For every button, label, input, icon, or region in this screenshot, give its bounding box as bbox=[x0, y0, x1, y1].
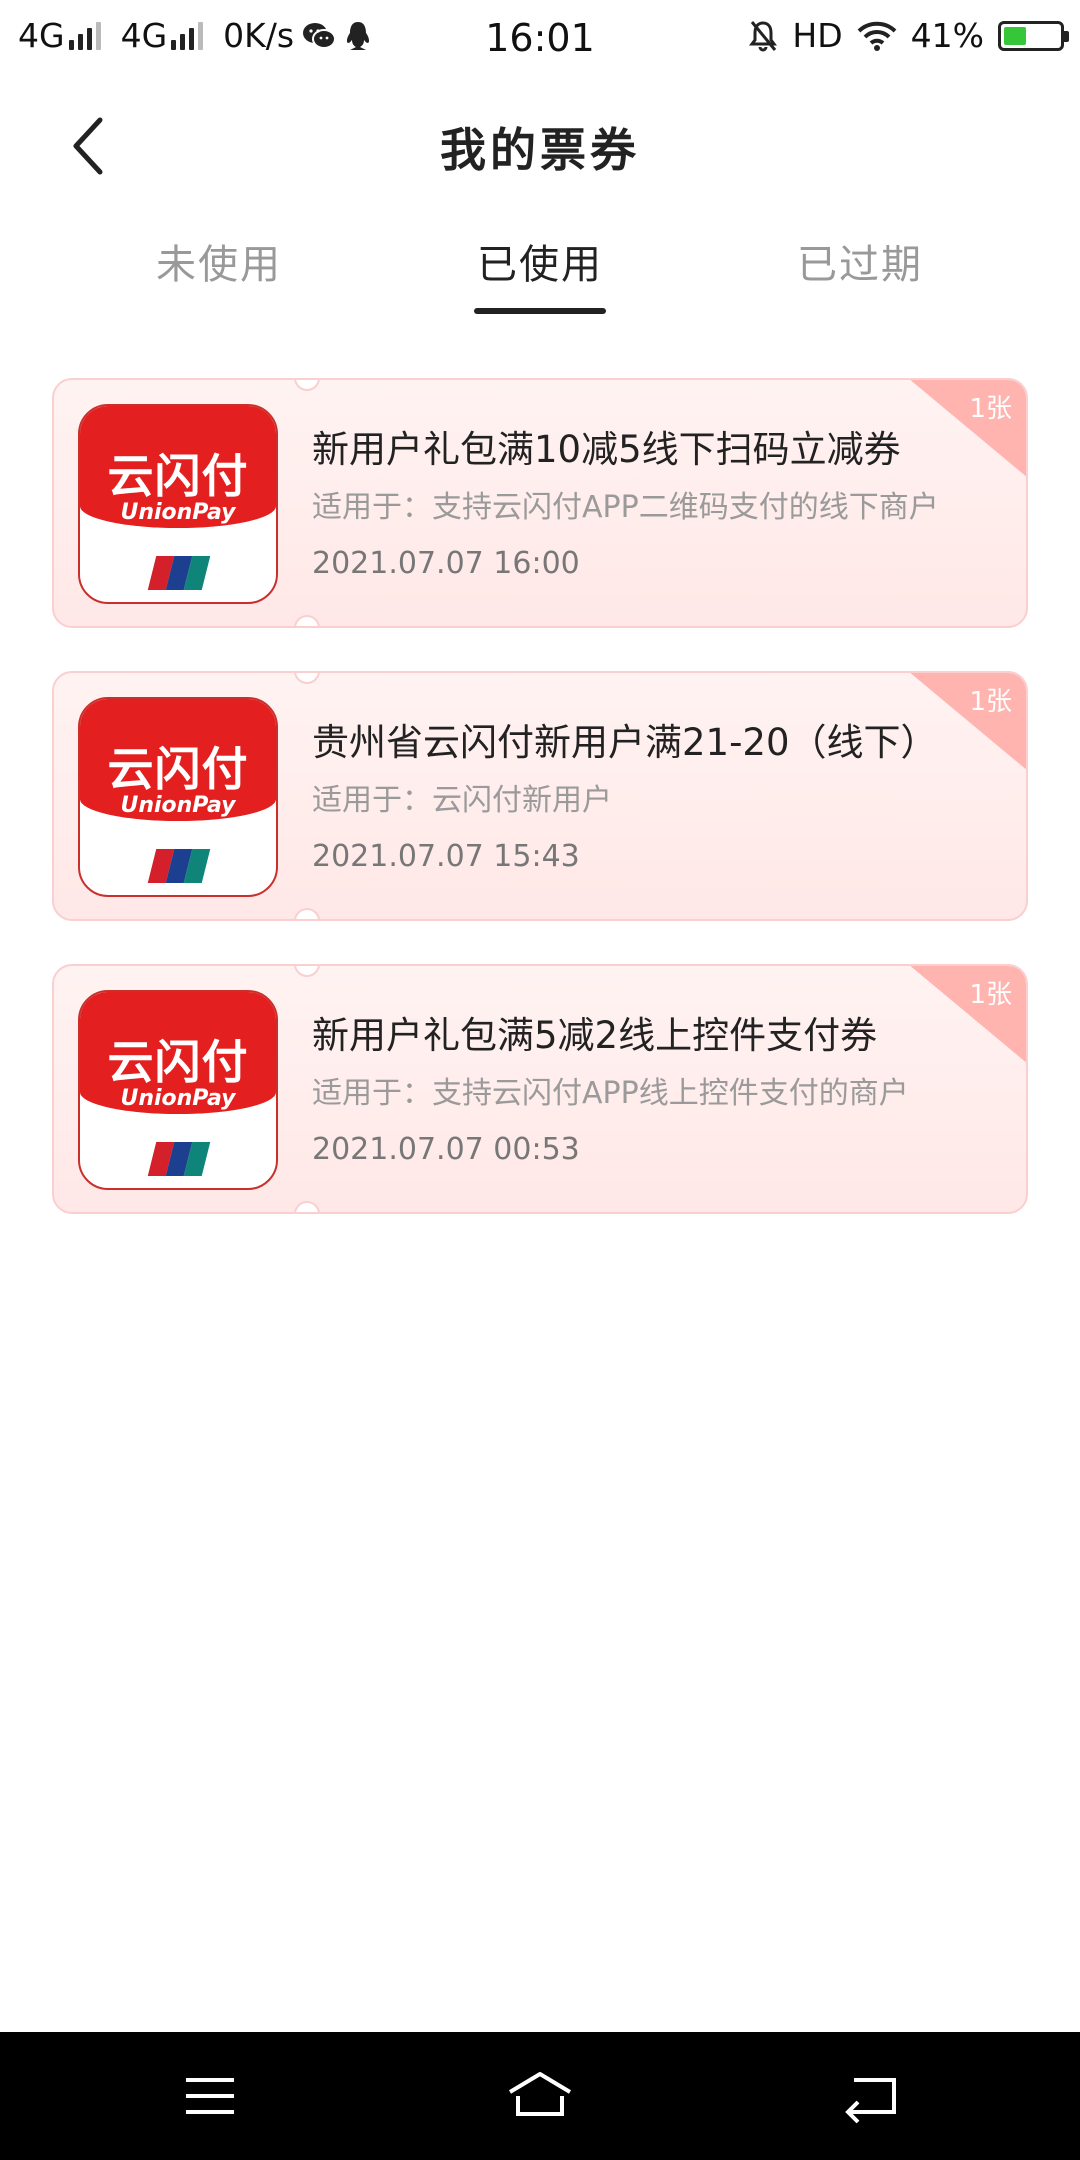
home-icon bbox=[508, 2072, 572, 2116]
logo-text-en: UnionPay bbox=[120, 1086, 236, 1111]
coupon-name: 新用户礼包满5减2线上控件支付券 bbox=[312, 1014, 878, 1057]
coupon-scope: 适用于：云闪付新用户 bbox=[312, 783, 612, 818]
mute-icon bbox=[749, 20, 778, 51]
logo-text-cn: 云闪付 bbox=[107, 449, 249, 503]
status-bar: 4G 4G 0K/s 16:01 HD 41% bbox=[0, 0, 1080, 76]
coupon-date: 2021.07.07 15:43 bbox=[312, 839, 580, 874]
logo-text-en: UnionPay bbox=[120, 793, 236, 818]
coupon-scope: 适用于：支持云闪付APP线上控件支付的商户 bbox=[312, 1076, 909, 1111]
system-nav-bar bbox=[0, 2032, 1080, 2160]
count-badge-text: 1张 bbox=[969, 394, 1012, 424]
unionpay-logo: 云闪付 UnionPay bbox=[78, 697, 278, 897]
unionpay-logo: 云闪付 UnionPay bbox=[78, 990, 278, 1190]
hd-indicator: HD bbox=[792, 16, 843, 55]
card-notch bbox=[294, 673, 320, 684]
menu-icon bbox=[186, 2078, 234, 2114]
tab-label: 未使用 bbox=[156, 242, 282, 288]
wifi-icon bbox=[857, 21, 897, 51]
tab-label: 已使用 bbox=[477, 242, 603, 288]
unionpay-flag-icon bbox=[147, 1142, 211, 1176]
active-tab-indicator bbox=[474, 308, 606, 314]
card-notch bbox=[294, 380, 320, 391]
unionpay-flag-icon bbox=[147, 849, 211, 883]
tab-unused[interactable]: 未使用 bbox=[119, 232, 319, 290]
count-badge-text: 1张 bbox=[969, 687, 1012, 717]
coupon-card[interactable]: 云闪付 UnionPay 新用户礼包满5减2线上控件支付券 适用于：支持云闪付A… bbox=[52, 964, 1028, 1214]
logo-text-cn: 云闪付 bbox=[107, 742, 249, 796]
tab-used[interactable]: 已使用 bbox=[440, 232, 640, 314]
card-notch bbox=[294, 908, 320, 919]
battery-percent: 41% bbox=[910, 16, 984, 55]
back-icon bbox=[845, 2078, 896, 2124]
coupon-name: 贵州省云闪付新用户满21-20（线下） bbox=[312, 721, 938, 764]
header: 我的票券 bbox=[0, 100, 1080, 190]
coupon-card[interactable]: 云闪付 UnionPay 贵州省云闪付新用户满21-20（线下） 适用于：云闪付… bbox=[52, 671, 1028, 921]
coupon-list: 云闪付 UnionPay 新用户礼包满10减5线下扫码立减券 适用于：支持云闪付… bbox=[52, 378, 1028, 1257]
battery-icon bbox=[998, 20, 1069, 51]
unionpay-logo: 云闪付 UnionPay bbox=[78, 404, 278, 604]
tab-bar: 未使用 已使用 已过期 bbox=[0, 232, 1080, 322]
card-notch bbox=[294, 1201, 320, 1212]
battery-fill bbox=[1004, 26, 1027, 45]
coupon-card[interactable]: 云闪付 UnionPay 新用户礼包满10减5线下扫码立减券 适用于：支持云闪付… bbox=[52, 378, 1028, 628]
card-notch bbox=[294, 966, 320, 977]
page-title: 我的票券 bbox=[440, 123, 640, 177]
tab-label: 已过期 bbox=[797, 242, 923, 288]
coupon-name: 新用户礼包满10减5线下扫码立减券 bbox=[312, 428, 901, 471]
coupon-date: 2021.07.07 00:53 bbox=[312, 1132, 580, 1167]
card-notch bbox=[294, 615, 320, 626]
home-button[interactable] bbox=[500, 2066, 580, 2126]
coupon-scope: 适用于：支持云闪付APP二维码支付的线下商户 bbox=[312, 490, 939, 525]
coupon-date: 2021.07.07 16:00 bbox=[312, 546, 580, 581]
unionpay-flag-icon bbox=[147, 556, 211, 590]
logo-text-cn: 云闪付 bbox=[107, 1035, 249, 1089]
back-nav-button[interactable] bbox=[830, 2066, 910, 2126]
logo-text-en: UnionPay bbox=[120, 500, 236, 525]
tab-expired[interactable]: 已过期 bbox=[760, 232, 960, 290]
menu-button[interactable] bbox=[170, 2066, 250, 2126]
count-badge-text: 1张 bbox=[969, 980, 1012, 1010]
